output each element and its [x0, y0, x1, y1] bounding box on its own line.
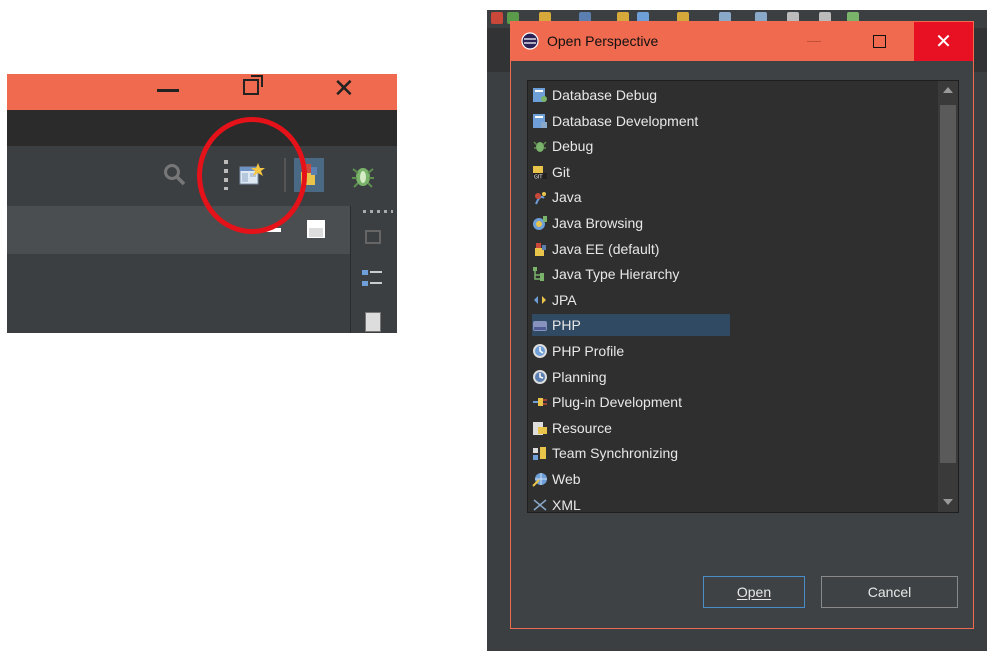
planning-icon	[533, 369, 547, 384]
git-icon: GIT	[533, 166, 547, 181]
plugin-development-icon	[533, 398, 547, 407]
perspective-item[interactable]: Database Development	[532, 110, 706, 132]
perspective-item-label: Database Debug	[552, 87, 658, 103]
open-perspective-dialog: Open Perspective ✕ Database Debug Databas…	[510, 21, 974, 629]
open-button-label: Open	[736, 584, 772, 600]
perspective-item[interactable]: Database Debug	[532, 84, 665, 106]
perspective-item[interactable]: JPA	[532, 289, 585, 311]
window-title-bar: ✕	[7, 74, 397, 110]
perspective-item-label: XML	[552, 496, 581, 513]
perspective-item-label: Git	[552, 163, 570, 180]
perspective-item-label: Java Type Hierarchy	[552, 266, 680, 283]
cancel-button[interactable]: Cancel	[821, 576, 958, 608]
perspective-item[interactable]: Plug-in Development	[532, 391, 690, 413]
perspective-item-label: Java	[552, 189, 582, 206]
perspective-item[interactable]: GIT Git	[532, 161, 578, 183]
dialog-title: Open Perspective	[547, 33, 659, 49]
perspective-list[interactable]: Database Debug Database Development Debug G…	[527, 80, 959, 513]
perspective-item[interactable]: Java Type Hierarchy	[532, 263, 687, 285]
jpa-icon	[534, 296, 546, 305]
perspective-item[interactable]: Planning	[532, 366, 615, 388]
perspective-item-label: JPA	[552, 291, 577, 308]
menu-bar	[7, 110, 397, 146]
perspective-item[interactable]: PHP Profile	[532, 340, 632, 362]
php-profile-icon	[533, 344, 547, 359]
view-panel	[7, 206, 350, 333]
xml-icon	[533, 499, 547, 511]
web-icon	[532, 473, 547, 488]
close-button[interactable]: ✕	[914, 22, 973, 61]
perspective-item-label: Team Synchronizing	[552, 445, 679, 462]
perspective-item-label: Database Development	[552, 112, 699, 129]
perspective-item-label: Java Browsing	[552, 215, 644, 231]
type-hierarchy-icon	[533, 267, 544, 282]
perspective-item[interactable]: Resource	[532, 417, 620, 439]
java-icon	[535, 191, 546, 205]
perspective-item[interactable]: Debug	[532, 135, 601, 157]
view-maximize-icon[interactable]	[307, 220, 325, 238]
highlight-circle	[197, 117, 307, 234]
debug-bug-icon	[533, 141, 547, 153]
perspective-item-label: Planning	[552, 368, 607, 385]
perspective-item-label: Resource	[552, 419, 612, 436]
php-icon	[533, 320, 547, 331]
restore-icon[interactable]	[243, 75, 263, 95]
perspective-item-label: Plug-in Development	[552, 394, 682, 411]
perspective-item-label: Debug	[552, 138, 594, 155]
open-button[interactable]: Open	[703, 576, 805, 608]
outline-icon[interactable]	[361, 268, 383, 290]
perspective-item[interactable]: PHP	[532, 314, 730, 337]
perspective-item[interactable]: Java EE (default)	[532, 238, 667, 260]
debug-bug-icon[interactable]	[349, 160, 377, 190]
database-debug-icon	[533, 88, 547, 103]
dialog-title-bar: Open Perspective ✕	[511, 22, 973, 61]
restore-view-icon[interactable]	[365, 230, 381, 244]
vertical-scrollbar[interactable]	[938, 81, 958, 512]
perspective-item[interactable]: Java	[532, 186, 590, 208]
perspective-item[interactable]: XML	[532, 494, 589, 513]
view-header	[7, 206, 350, 254]
eclipse-window-crop: ✕	[7, 74, 397, 333]
close-icon[interactable]: ✕	[333, 74, 355, 104]
perspective-item-label: Web	[552, 471, 581, 487]
scrollbar-thumb[interactable]	[940, 105, 956, 463]
team-synchronizing-icon	[533, 446, 546, 460]
minimize-icon[interactable]	[807, 41, 821, 42]
search-icon[interactable]	[162, 162, 186, 186]
svg-text:GIT: GIT	[534, 175, 543, 181]
eclipse-logo-icon	[521, 32, 539, 50]
perspective-item[interactable]: Java Browsing	[532, 212, 651, 234]
document-icon[interactable]	[365, 312, 381, 332]
perspective-item-label: Java EE (default)	[552, 240, 660, 257]
scroll-up-icon[interactable]	[943, 87, 953, 93]
perspective-item[interactable]: Team Synchronizing	[532, 442, 686, 464]
perspective-item-label: PHP	[552, 317, 581, 334]
perspective-item-label: PHP Profile	[552, 343, 625, 359]
perspective-item[interactable]: Web	[532, 468, 589, 490]
resource-icon	[533, 422, 547, 436]
side-trim-bar	[350, 206, 397, 333]
java-browsing-icon	[533, 216, 547, 231]
java-ee-icon	[535, 242, 546, 256]
maximize-icon[interactable]	[873, 35, 886, 48]
trim-grip	[363, 210, 393, 213]
database-development-icon	[533, 113, 547, 128]
minimize-icon[interactable]	[157, 89, 179, 92]
scroll-down-icon[interactable]	[943, 499, 953, 505]
